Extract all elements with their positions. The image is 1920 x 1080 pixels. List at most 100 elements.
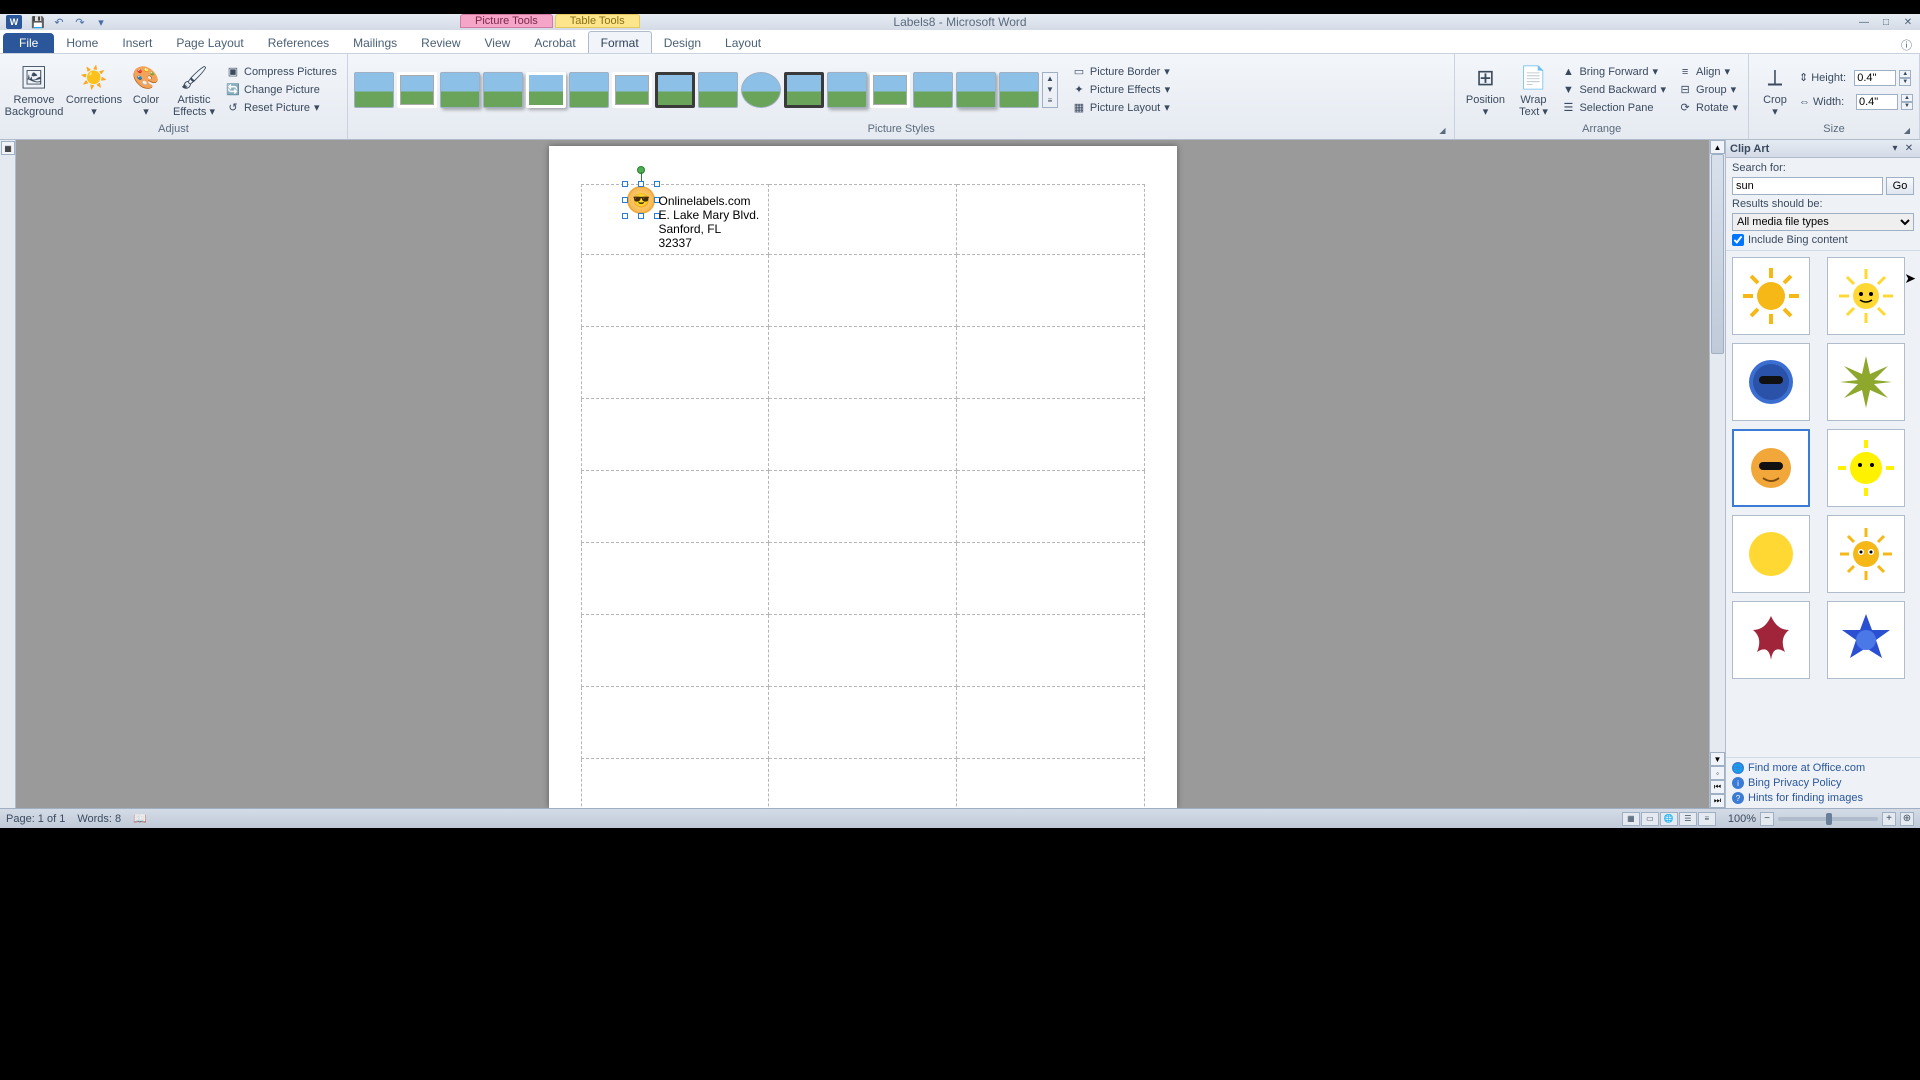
selected-picture[interactable]: 😎	[625, 184, 657, 216]
label-cell[interactable]	[956, 687, 1144, 759]
clipart-item-selected[interactable]	[1732, 429, 1810, 507]
maximize-icon[interactable]: □	[1878, 16, 1894, 28]
label-cell[interactable]	[956, 759, 1144, 809]
label-cell[interactable]	[956, 185, 1144, 255]
clipart-item[interactable]	[1827, 429, 1905, 507]
tab-references[interactable]: References	[256, 32, 341, 53]
search-input[interactable]	[1732, 177, 1883, 195]
reset-picture-button[interactable]: ↺Reset Picture ▾	[222, 100, 341, 116]
clipart-item[interactable]	[1827, 343, 1905, 421]
label-cell[interactable]	[769, 615, 957, 687]
tab-page-layout[interactable]: Page Layout	[164, 32, 255, 53]
go-button[interactable]: Go	[1886, 177, 1914, 195]
width-up-icon[interactable]: ▲	[1901, 94, 1913, 102]
style-thumb[interactable]	[741, 72, 781, 108]
clipart-item[interactable]	[1732, 601, 1810, 679]
selection-pane-button[interactable]: ☰Selection Pane	[1557, 100, 1670, 116]
style-thumb[interactable]	[440, 72, 480, 108]
style-thumb[interactable]	[569, 72, 609, 108]
resize-handle[interactable]	[622, 181, 628, 187]
style-thumb[interactable]	[483, 72, 523, 108]
draft-view-icon[interactable]: ≡	[1698, 812, 1716, 826]
clipart-item[interactable]	[1827, 257, 1905, 335]
clipart-item[interactable]	[1827, 601, 1905, 679]
scroll-down-icon[interactable]: ▼	[1710, 752, 1725, 766]
label-cell[interactable]	[769, 327, 957, 399]
words-status[interactable]: Words: 8	[77, 813, 121, 825]
label-cell[interactable]	[769, 759, 957, 809]
clipart-item[interactable]	[1732, 257, 1810, 335]
web-view-icon[interactable]: 🌐	[1660, 812, 1678, 826]
label-cell[interactable]	[769, 543, 957, 615]
pane-menu-icon[interactable]: ▾	[1888, 143, 1902, 154]
height-up-icon[interactable]: ▲	[1899, 70, 1911, 78]
style-thumb[interactable]	[698, 72, 738, 108]
print-layout-view-icon[interactable]: ▦	[1622, 812, 1640, 826]
label-cell[interactable]	[581, 471, 769, 543]
styles-launcher-icon[interactable]: ◢	[1436, 126, 1448, 138]
style-thumb[interactable]	[612, 72, 652, 108]
style-thumb[interactable]	[397, 72, 437, 108]
style-thumb[interactable]	[784, 72, 824, 108]
change-picture-button[interactable]: 🔄Change Picture	[222, 82, 341, 98]
send-backward-button[interactable]: ▼Send Backward ▾	[1557, 82, 1670, 98]
tab-format[interactable]: Format	[588, 31, 652, 53]
label-cell[interactable]	[769, 185, 957, 255]
scroll-up-icon[interactable]: ▲	[1710, 140, 1725, 154]
label-cell[interactable]	[769, 687, 957, 759]
style-thumb[interactable]	[913, 72, 953, 108]
wrap-text-button[interactable]: 📄 WrapText ▾	[1513, 58, 1553, 122]
compress-pictures-button[interactable]: ▣Compress Pictures	[222, 64, 341, 80]
clipart-item[interactable]	[1732, 515, 1810, 593]
bring-forward-button[interactable]: ▲Bring Forward ▾	[1557, 64, 1670, 80]
label-cell[interactable]	[581, 399, 769, 471]
prev-page-icon[interactable]: ⏮	[1710, 780, 1725, 794]
fullscreen-view-icon[interactable]: ▭	[1641, 812, 1659, 826]
picture-effects-button[interactable]: ✦Picture Effects ▾	[1068, 82, 1174, 98]
height-down-icon[interactable]: ▼	[1899, 78, 1911, 86]
save-icon[interactable]: 💾	[29, 15, 47, 29]
artistic-effects-button[interactable]: 🖌 ArtisticEffects ▾	[170, 58, 218, 122]
zoom-out-icon[interactable]: −	[1760, 812, 1774, 826]
zoom-level[interactable]: 100%	[1728, 813, 1756, 825]
tab-view[interactable]: View	[473, 32, 523, 53]
color-button[interactable]: 🎨 Color▾	[126, 58, 166, 122]
picture-layout-button[interactable]: ▦Picture Layout ▾	[1068, 100, 1174, 116]
proofing-icon[interactable]: 📖	[133, 812, 147, 825]
resize-handle[interactable]	[638, 181, 644, 187]
corrections-button[interactable]: ☀️ Corrections▾	[66, 58, 122, 122]
label-cell[interactable]	[769, 471, 957, 543]
resize-handle[interactable]	[622, 213, 628, 219]
label-cell[interactable]	[581, 687, 769, 759]
zoom-in-icon[interactable]: +	[1882, 812, 1896, 826]
label-cell[interactable]	[956, 255, 1144, 327]
tab-home[interactable]: Home	[54, 32, 110, 53]
group-button[interactable]: ⊟Group ▾	[1674, 82, 1742, 98]
redo-icon[interactable]: ↷	[71, 15, 89, 29]
tab-mailings[interactable]: Mailings	[341, 32, 409, 53]
resize-handle[interactable]	[654, 181, 660, 187]
address-text[interactable]: Onlinelabels.com E. Lake Mary Blvd. Sanf…	[659, 194, 760, 250]
align-button[interactable]: ≡Align ▾	[1674, 64, 1742, 80]
gallery-more-button[interactable]: ▲▼≡	[1042, 72, 1058, 108]
rotate-button[interactable]: ⟳Rotate ▾	[1674, 100, 1742, 116]
tab-review[interactable]: Review	[409, 32, 472, 53]
qat-more-icon[interactable]: ▾	[92, 15, 110, 29]
style-thumb[interactable]	[827, 72, 867, 108]
size-launcher-icon[interactable]: ◢	[1901, 126, 1913, 138]
outline-view-icon[interactable]: ☰	[1679, 812, 1697, 826]
ruler-toggle-button[interactable]: ▦	[1, 141, 15, 155]
picture-border-button[interactable]: ▭Picture Border ▾	[1068, 64, 1174, 80]
label-cell[interactable]	[769, 255, 957, 327]
height-input[interactable]	[1854, 70, 1896, 86]
label-cell[interactable]	[956, 615, 1144, 687]
tab-insert[interactable]: Insert	[110, 32, 164, 53]
label-cell[interactable]	[956, 543, 1144, 615]
clipart-item[interactable]	[1732, 343, 1810, 421]
style-thumb[interactable]	[526, 72, 566, 108]
tab-file[interactable]: File	[3, 33, 54, 53]
label-cell[interactable]	[581, 327, 769, 399]
pane-close-icon[interactable]: ✕	[1902, 143, 1916, 154]
label-cell[interactable]	[956, 399, 1144, 471]
ribbon-help-icon[interactable]: ⓘ	[1901, 37, 1912, 53]
